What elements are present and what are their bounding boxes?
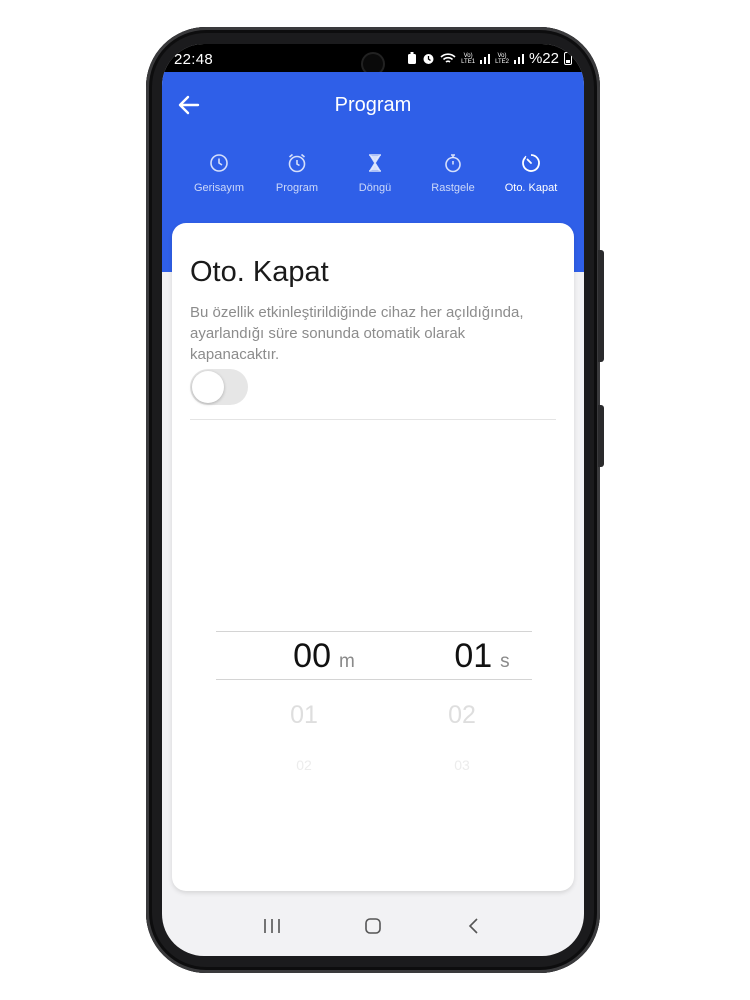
volume-button [598, 250, 604, 362]
tab-auto-off[interactable]: Oto. Kapat [492, 152, 570, 194]
nav-back-button[interactable] [459, 911, 489, 941]
seconds-next-value: 03 [454, 757, 470, 773]
minutes-unit: m [339, 651, 355, 672]
card-title: Oto. Kapat [190, 256, 329, 288]
tab-label: Gerisayım [193, 182, 245, 194]
minutes-next-value: 02 [296, 757, 312, 773]
recent-apps-button[interactable] [257, 911, 287, 941]
mode-tabs: Gerisayım Program Döngü Rastgele Oto. Ka… [180, 152, 570, 194]
status-time: 22:48 [174, 51, 214, 68]
stopwatch-icon [445, 154, 461, 173]
system-navbar [162, 896, 584, 956]
auto-off-toggle[interactable] [190, 369, 248, 405]
minutes-wheel[interactable]: 00 m 01 02 [264, 631, 384, 791]
back-chevron-icon [468, 918, 478, 934]
minutes-value: 00 [293, 637, 331, 675]
tab-label: Program [275, 182, 319, 194]
alarm-clock-icon [288, 153, 306, 173]
battery-percent: %22 [528, 50, 559, 67]
battery-icon [564, 52, 572, 65]
seconds-selected: 01 s [422, 637, 542, 677]
tab-cycle[interactable]: Döngü [336, 152, 414, 194]
timer-off-icon [522, 154, 540, 172]
data-saver-icon [408, 52, 417, 64]
tab-label: Döngü [358, 182, 392, 194]
minutes-next-value: 01 [290, 701, 318, 729]
seconds-unit: s [500, 651, 510, 672]
auto-off-card: Oto. Kapat Bu özellik etkinleştirildiğin… [172, 223, 574, 891]
clock-icon [210, 154, 228, 172]
wifi-icon [440, 53, 456, 63]
tab-program[interactable]: Program [258, 152, 336, 194]
seconds-next-value: 02 [448, 701, 476, 729]
divider [190, 419, 556, 420]
card-description: Bu özellik etkinleştirildiğinde cihaz he… [190, 304, 524, 363]
front-camera [363, 54, 383, 74]
sim2-indicator: Vo) LTE2 [495, 52, 509, 65]
minutes-selected: 00 m [264, 637, 384, 677]
phone-screen: 22:48 Vo) LTE1 Vo) LTE2 %22 Program Geri… [162, 44, 584, 956]
page-title: Program [334, 94, 412, 116]
home-button[interactable] [358, 911, 388, 941]
signal-icon [513, 54, 524, 64]
seconds-value: 01 [454, 637, 493, 675]
sim1-indicator: Vo) LTE1 [461, 52, 476, 65]
tab-random[interactable]: Rastgele [414, 152, 492, 194]
hourglass-icon [369, 154, 381, 172]
signal-icon [480, 54, 491, 64]
status-icons: Vo) LTE1 Vo) LTE2 %22 [407, 50, 572, 67]
alarm-icon [423, 54, 434, 64]
seconds-wheel[interactable]: 01 s 02 03 [422, 631, 542, 791]
tab-label: Oto. Kapat [504, 182, 558, 194]
home-icon [365, 918, 381, 934]
status-bar: 22:48 Vo) LTE1 Vo) LTE2 %22 [162, 44, 584, 74]
power-button [598, 405, 604, 467]
toggle-knob [192, 371, 224, 403]
recent-apps-icon [264, 919, 281, 933]
tab-label: Rastgele [431, 182, 475, 194]
tab-countdown[interactable]: Gerisayım [180, 152, 258, 194]
